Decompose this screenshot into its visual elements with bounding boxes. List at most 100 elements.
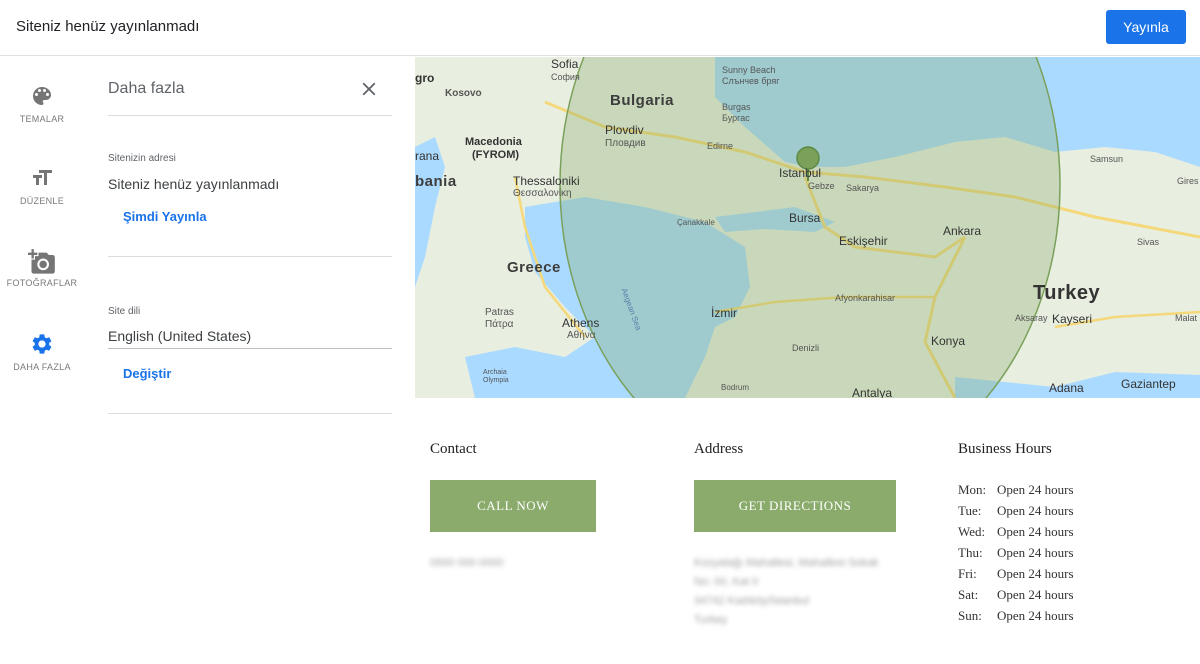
location-map[interactable]: Sofia София gro Kosovo Bulgaria Plovdiv …: [415, 57, 1200, 398]
hours-row: Tue: Open 24 hours: [958, 503, 1074, 519]
palette-icon: [33, 87, 51, 105]
map-label: gro: [415, 71, 435, 85]
map-label: Olympia: [483, 377, 509, 384]
call-now-button[interactable]: CALL NOW: [430, 480, 596, 532]
nav-label-more: DAHA FAZLA: [13, 362, 71, 372]
nav-label-themes: TEMALAR: [19, 114, 65, 124]
contact-phone: 0500 000 0000: [430, 557, 504, 569]
map-label: Αθήνα: [567, 330, 596, 341]
map-label: Konya: [931, 334, 966, 348]
map-label: bania: [415, 173, 457, 190]
address-line: Kozyatağı Mahallesi, Mahallesi Sokak: [694, 557, 879, 569]
hours-row: Mon: Open 24 hours: [958, 482, 1074, 498]
map-label: Sofia: [551, 57, 579, 71]
map-label: Gaziantep: [1121, 377, 1176, 391]
map-label: Samsun: [1090, 154, 1124, 164]
map-label: Πάτρα: [485, 319, 514, 330]
hours-row: Thu: Open 24 hours: [958, 545, 1074, 561]
change-language-link[interactable]: Değiştir: [123, 366, 171, 381]
map-label: Greece: [507, 259, 561, 276]
map-label: Thessaloniki: [513, 174, 580, 188]
map-label: Edirne: [707, 141, 734, 151]
hours-value: Open 24 hours: [997, 524, 1074, 539]
hours-value: Open 24 hours: [997, 587, 1074, 602]
map-label: Afyonkarahisar: [835, 293, 896, 303]
map-label: Plovdiv: [605, 123, 644, 137]
map-label: Бургас: [722, 113, 750, 123]
panel-title: Daha fazla: [108, 80, 185, 97]
address-line: 34742 Kadıköy/İstanbul: [694, 595, 809, 607]
map-label: Kayseri: [1052, 312, 1093, 326]
map-label: Sivas: [1137, 237, 1160, 247]
site-address-caption: Sitenizin adresi: [108, 153, 176, 164]
hours-day: Wed:: [958, 524, 986, 539]
nav-item-themes[interactable]: TEMALAR: [0, 84, 84, 154]
text-size-icon: [33, 170, 52, 185]
close-panel-button[interactable]: [358, 78, 380, 100]
publish-status-title: Siteniz henüz yayınlanmadı: [16, 18, 200, 35]
map-label: Denizli: [792, 343, 820, 353]
map-label: Слънчев бряг: [722, 76, 780, 86]
get-directions-button[interactable]: GET DIRECTIONS: [694, 480, 896, 532]
nav-label-edit: DÜZENLE: [19, 196, 65, 206]
map-label: Istanbul: [779, 166, 822, 180]
hours-day: Thu:: [958, 545, 983, 560]
panel-divider: [108, 115, 392, 116]
address-line: Turkey: [694, 614, 728, 626]
map-label: Patras: [485, 307, 514, 318]
map-label: Macedonia: [465, 136, 522, 148]
address-heading: Address: [694, 441, 744, 457]
hours-value: Open 24 hours: [997, 545, 1074, 560]
map-label: Пловдив: [605, 138, 646, 149]
add-photo-icon: [28, 249, 55, 274]
site-address-value: Siteniz henüz yayınlanmadı: [108, 176, 280, 192]
settings-panel: Daha fazla Sitenizin adresi Siteniz henü…: [108, 56, 392, 664]
map-label: Antalya: [852, 386, 893, 398]
map-label: Bulgaria: [610, 92, 675, 109]
map-label: Bodrum: [721, 383, 750, 392]
nav-item-photos[interactable]: FOTOĞRAFLAR: [0, 248, 84, 318]
hours-day: Mon:: [958, 482, 987, 497]
map-label: Gebze: [808, 181, 835, 191]
site-language-caption: Site dili: [108, 306, 141, 317]
hours-day: Sun:: [958, 608, 982, 623]
map-label: Sakarya: [846, 183, 880, 193]
publish-button[interactable]: Yayınla: [1106, 10, 1186, 44]
publish-now-link[interactable]: Şimdi Yayınla: [123, 209, 207, 224]
panel-divider: [108, 413, 392, 414]
map-label: Gires: [1177, 176, 1199, 186]
map-label: Ankara: [943, 224, 982, 238]
hours-row: Wed: Open 24 hours: [958, 524, 1074, 540]
map-label: Malat: [1175, 313, 1198, 323]
close-icon: [362, 82, 376, 96]
business-hours-heading: Business Hours: [958, 441, 1052, 457]
language-field-underline: [108, 348, 392, 349]
map-label: rana: [415, 149, 440, 163]
map-label: Aksaray: [1015, 313, 1048, 323]
map-label: Burgas: [722, 102, 751, 112]
hours-day: Tue:: [958, 503, 982, 518]
hours-day: Sat:: [958, 587, 979, 602]
nav-label-photos: FOTOĞRAFLAR: [6, 278, 78, 288]
map-label: Θεσσαλονίκη: [513, 188, 572, 199]
hours-day: Fri:: [958, 566, 977, 581]
map-label: Turkey: [1033, 282, 1101, 304]
map-label: Kosovo: [445, 88, 482, 99]
map-label: Archaia: [483, 369, 507, 376]
panel-divider: [108, 256, 392, 257]
map-label: Athens: [562, 316, 600, 330]
hours-row: Sun: Open 24 hours: [958, 608, 1074, 624]
hours-value: Open 24 hours: [997, 566, 1074, 581]
hours-row: Fri: Open 24 hours: [958, 566, 1074, 582]
left-nav-rail: TEMALAR DÜZENLE FOTOĞRAFLAR DAHA FAZLA: [0, 56, 84, 664]
address-line: No: 00, Kat 0: [694, 576, 759, 588]
nav-item-edit[interactable]: DÜZENLE: [0, 166, 84, 236]
contact-heading: Contact: [430, 441, 477, 457]
site-language-value: English (United States): [108, 328, 252, 344]
nav-item-more[interactable]: DAHA FAZLA: [0, 332, 84, 402]
map-label: (FYROM): [472, 149, 520, 161]
map-label: Adana: [1049, 381, 1084, 395]
map-label: Bursa: [789, 211, 821, 225]
map-label: Sunny Beach: [722, 65, 776, 75]
hours-value: Open 24 hours: [997, 482, 1074, 497]
